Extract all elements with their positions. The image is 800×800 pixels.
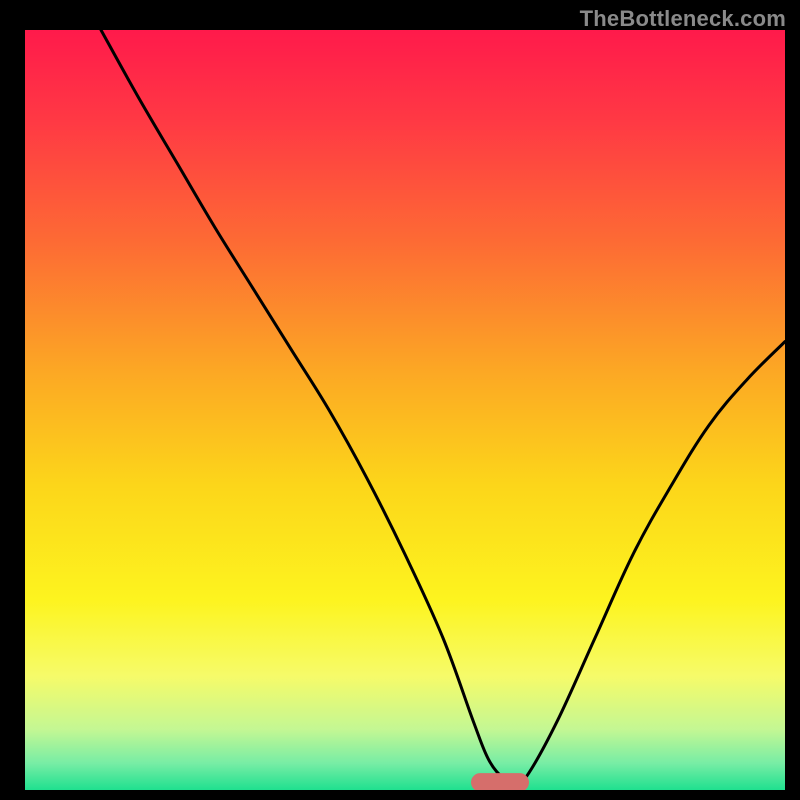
watermark-text: TheBottleneck.com — [580, 6, 786, 32]
chart-frame: TheBottleneck.com — [0, 0, 800, 800]
optimal-point-marker — [472, 774, 529, 790]
gradient-background — [25, 30, 785, 790]
bottleneck-chart — [25, 30, 785, 790]
